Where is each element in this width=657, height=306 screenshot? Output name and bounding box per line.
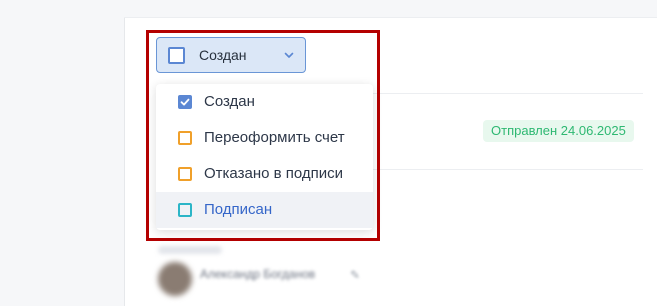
status-option-reissue-invoice[interactable]: Переоформить счет xyxy=(156,120,373,156)
status-option-label: Отказано в подписи xyxy=(204,165,344,182)
square-checkbox-icon xyxy=(168,47,185,64)
top-bar xyxy=(124,0,657,18)
status-filter-label: Создан xyxy=(199,47,247,63)
assignee-name: Александр Богданов xyxy=(200,267,316,281)
pencil-icon[interactable]: ✎ xyxy=(350,268,360,282)
status-option-label: Создан xyxy=(204,93,255,110)
chevron-down-icon xyxy=(284,52,294,58)
status-option-created[interactable]: Создан xyxy=(156,84,373,120)
status-filter-select[interactable]: Создан xyxy=(156,37,306,73)
checkbox-icon[interactable] xyxy=(178,95,192,109)
status-option-signature-refused[interactable]: Отказано в подписи xyxy=(156,156,373,192)
checkbox-icon[interactable] xyxy=(178,167,192,181)
status-option-label: Подписан xyxy=(204,201,273,218)
left-panel xyxy=(0,0,125,306)
status-option-signed[interactable]: Подписан xyxy=(156,192,373,228)
row-divider xyxy=(373,169,643,170)
assignee-caption xyxy=(158,246,222,254)
status-badge: Отправлен 24.06.2025 xyxy=(483,120,634,142)
status-option-label: Переоформить счет xyxy=(204,129,345,146)
checkbox-icon[interactable] xyxy=(178,203,192,217)
row-divider xyxy=(373,93,643,94)
checkbox-icon[interactable] xyxy=(178,131,192,145)
avatar xyxy=(158,262,192,296)
status-dropdown-menu: Создан Переоформить счет Отказано в подп… xyxy=(156,84,373,230)
